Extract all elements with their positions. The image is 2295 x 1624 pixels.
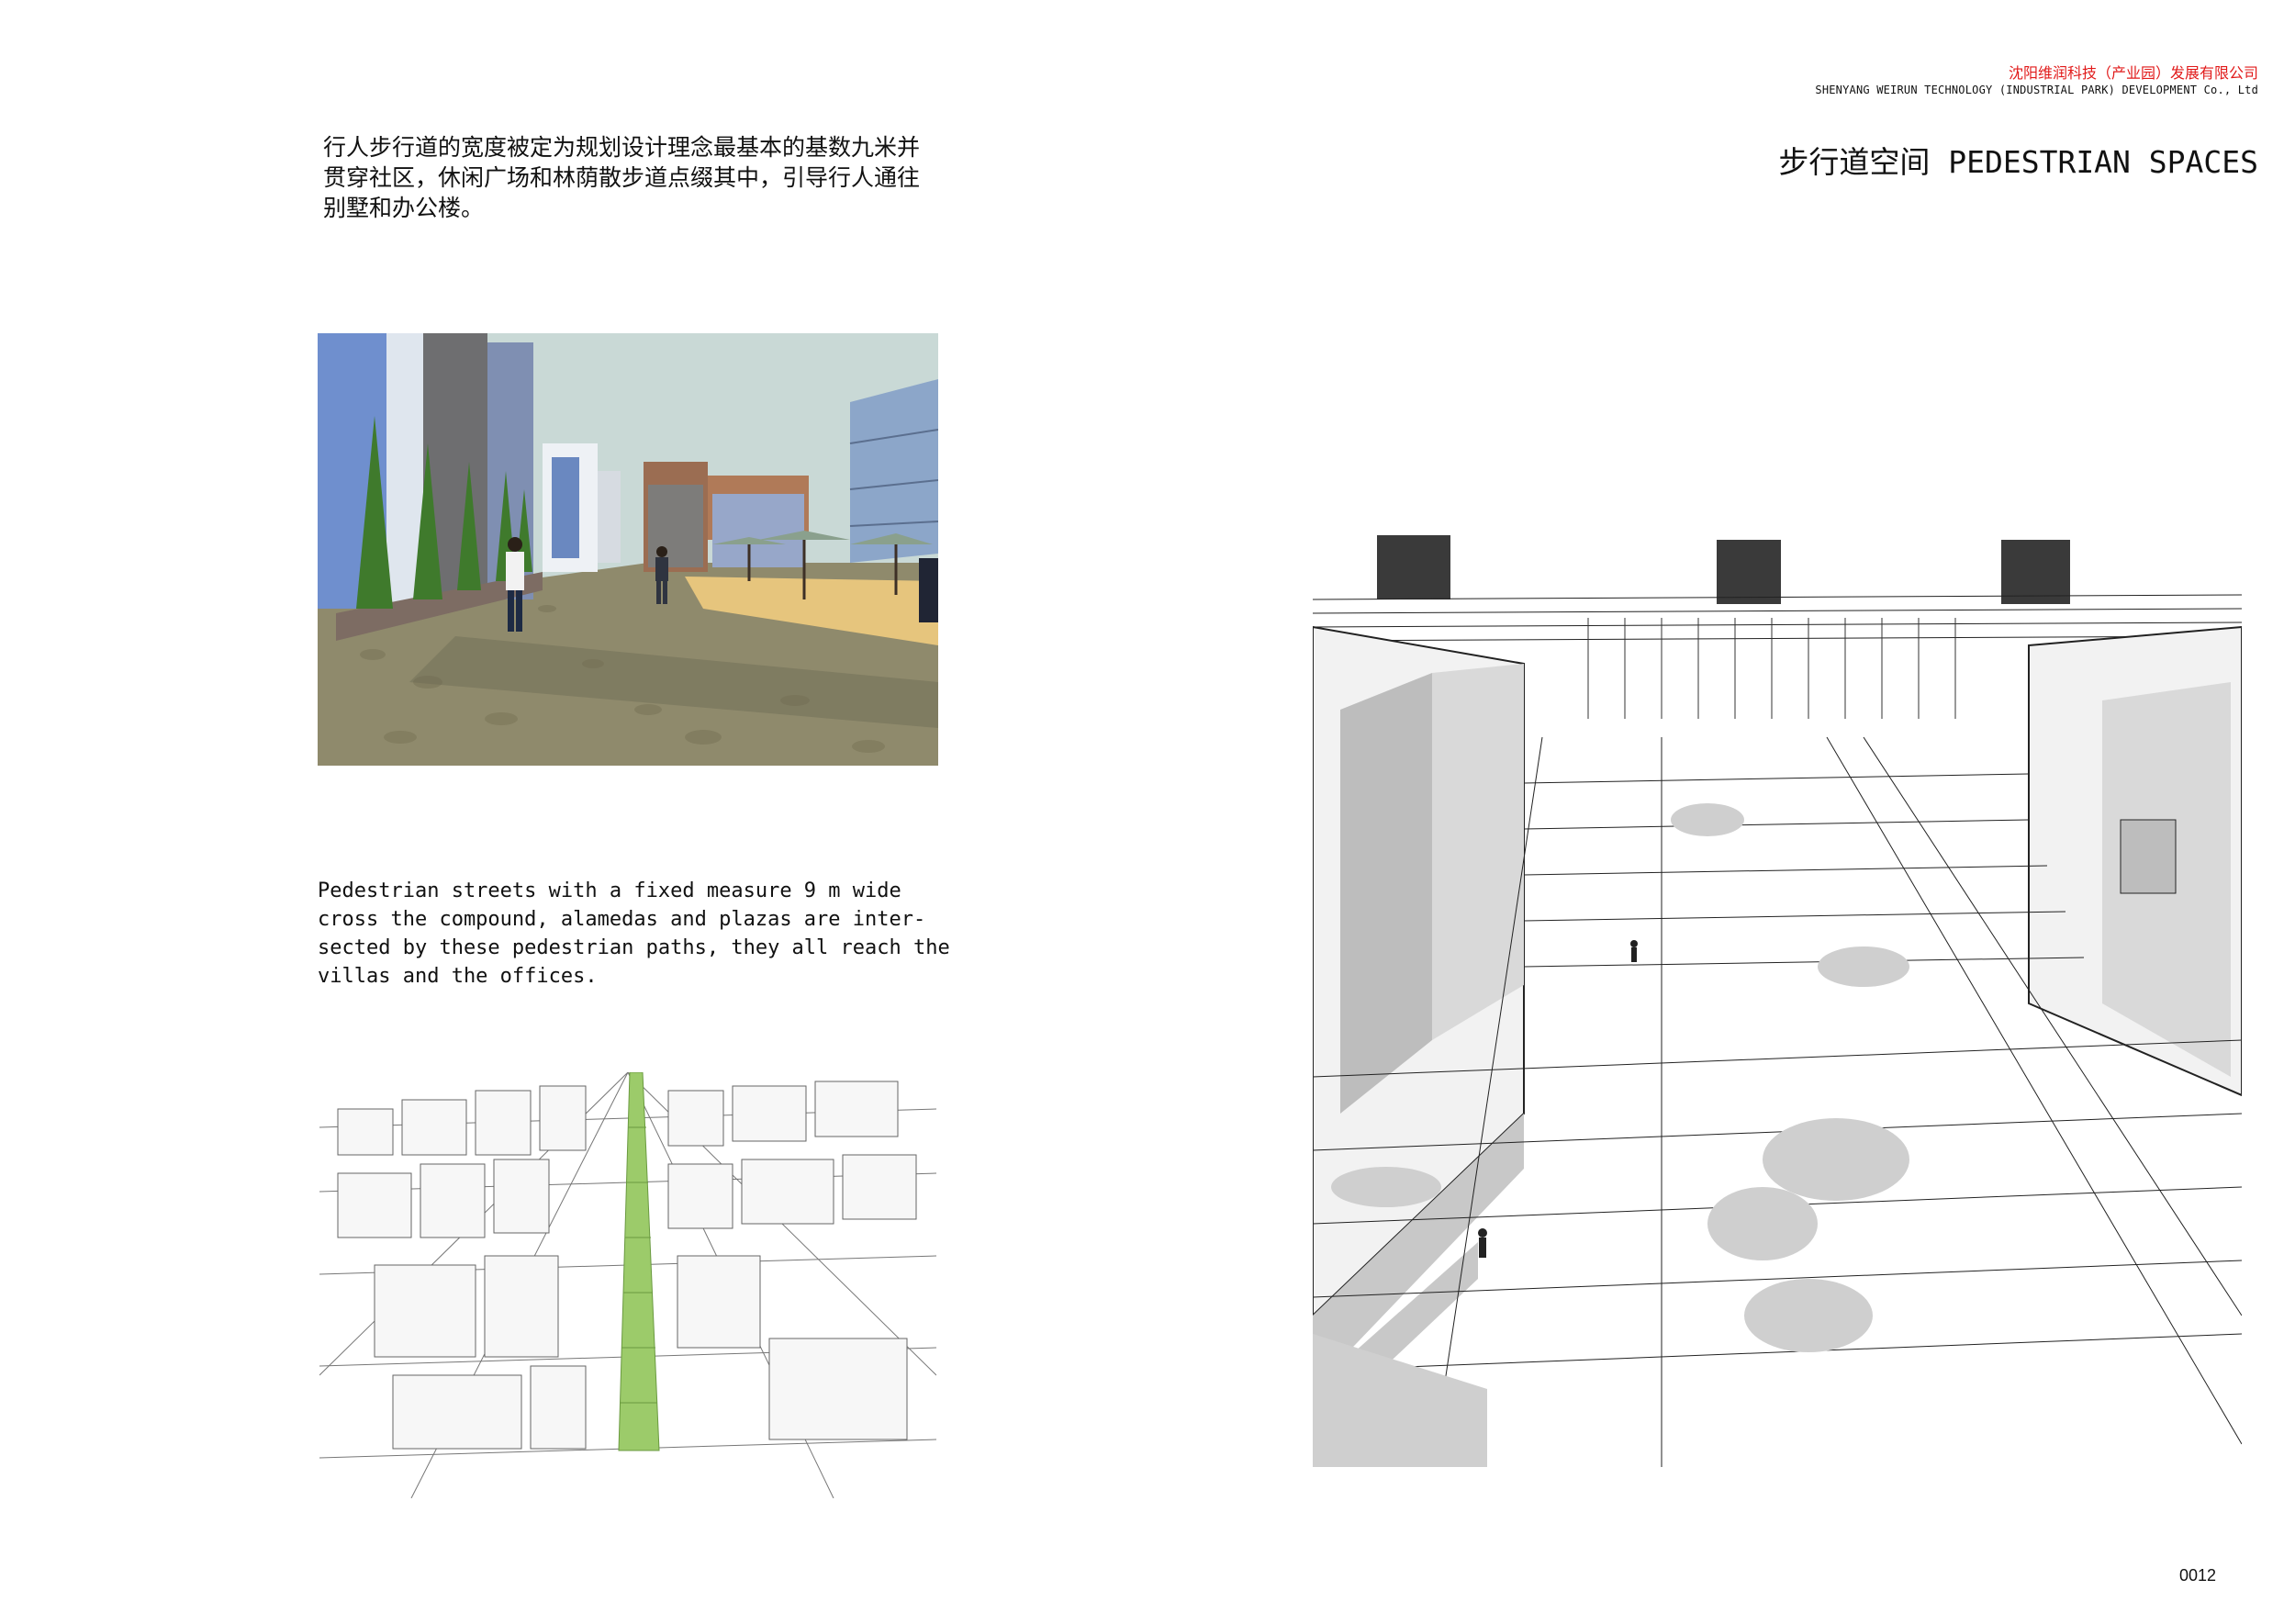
page-number: 0012 <box>2178 1566 2216 1585</box>
company-name-cn: 沈阳维润科技（产业园）发展有限公司 <box>2008 64 2258 82</box>
intro-text-en: Pedestrian streets with a fixed measure … <box>318 879 950 988</box>
street-perspective-render <box>318 333 938 766</box>
section-title: 步行道空间 PEDESTRIAN SPACES <box>1778 144 2258 180</box>
pedestrian-street-sketch <box>1313 526 2242 1467</box>
company-name-en: SHENYANG WEIRUN TECHNOLOGY (INDUSTRIAL P… <box>1815 84 2258 96</box>
aerial-line-drawing <box>319 1072 936 1498</box>
intro-text-cn: 行人步行道的宽度被定为规划设计理念最基本的基数九米并贯穿社区，休闲广场和林荫散步… <box>323 134 921 221</box>
